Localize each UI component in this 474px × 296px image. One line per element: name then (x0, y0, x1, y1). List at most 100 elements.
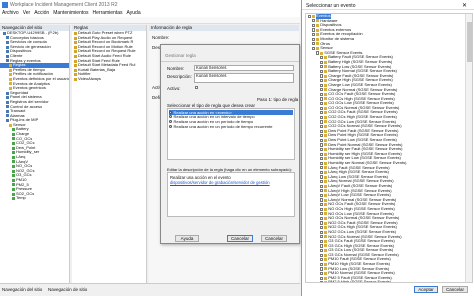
event-checkbox[interactable] (320, 166, 324, 170)
radio-button[interactable] (169, 110, 172, 114)
event-checkbox[interactable] (320, 226, 324, 230)
event-icon (324, 120, 328, 124)
event-checkbox[interactable] (320, 244, 324, 248)
event-checkbox[interactable] (320, 138, 324, 142)
event-checkbox[interactable] (320, 212, 324, 216)
event-checkbox[interactable] (312, 19, 316, 23)
window-title: Workplace Incident Management Client 201… (10, 2, 118, 8)
event-icon (324, 221, 328, 225)
help-button[interactable]: Ayuda (175, 235, 199, 242)
rule-name-field[interactable]: Kuriali Sensores (194, 65, 294, 71)
event-checkbox[interactable] (320, 115, 324, 119)
rule-type-option[interactable]: Realizar una acción en un período de tie… (169, 124, 293, 129)
scrollbar-thumb[interactable] (467, 22, 472, 62)
event-checkbox[interactable] (320, 262, 324, 266)
event-tree: Eventos Hardware Dispositivos Eventos exter… (305, 13, 473, 283)
event-checkbox[interactable] (320, 198, 324, 202)
menu-item[interactable]: Archivo (2, 10, 19, 17)
event-checkbox[interactable] (320, 74, 324, 78)
event-tree-scrollbar[interactable] (465, 14, 472, 282)
event-checkbox[interactable] (320, 88, 324, 92)
event-checkbox[interactable] (320, 248, 324, 253)
menu-item[interactable]: Ver (23, 10, 31, 17)
event-checkbox[interactable] (320, 157, 324, 161)
menu-item[interactable]: Ayuda (127, 10, 141, 17)
event-checkbox[interactable] (320, 170, 324, 175)
event-checkbox[interactable] (320, 147, 324, 152)
menu-item[interactable]: Mantenimientos (53, 10, 88, 17)
event-link[interactable]: dispositivos/servidor de grabación/servi… (170, 180, 292, 185)
radio-button[interactable] (169, 124, 172, 128)
tree-item[interactable]: Temp (0, 196, 69, 201)
event-checkbox[interactable] (320, 134, 324, 138)
event-checkbox[interactable] (320, 56, 324, 60)
event-checkbox[interactable] (320, 65, 324, 69)
sensor-event-item[interactable]: PM2 5 High (SGSE Sensor Events) (306, 280, 472, 282)
event-checkbox[interactable] (308, 14, 312, 18)
event-checkbox[interactable] (320, 83, 324, 87)
event-checkbox[interactable] (320, 267, 324, 271)
tree-node-icon (12, 155, 15, 159)
event-checkbox[interactable] (320, 101, 324, 106)
event-checkbox[interactable] (320, 203, 324, 207)
close-icon[interactable]: ✕ (462, 2, 467, 9)
event-checkbox[interactable] (312, 28, 316, 32)
event-checkbox[interactable] (320, 92, 324, 96)
event-checkbox[interactable] (320, 175, 324, 179)
event-checkbox[interactable] (312, 33, 316, 37)
event-checkbox[interactable] (320, 253, 324, 257)
event-checkbox[interactable] (320, 230, 324, 234)
status-left: Navegación del sitio (2, 287, 43, 292)
event-icon (324, 267, 328, 271)
event-checkbox[interactable] (320, 111, 324, 115)
cancel-button[interactable]: Cancelar (227, 235, 253, 242)
event-checkbox[interactable] (312, 23, 316, 28)
event-checkbox[interactable] (320, 239, 324, 243)
tree-node-icon (6, 91, 9, 95)
event-checkbox[interactable] (320, 180, 324, 184)
event-checkbox[interactable] (320, 193, 324, 198)
event-checkbox[interactable] (320, 258, 324, 262)
event-cancel-button[interactable]: Cancelar (442, 286, 468, 293)
event-checkbox[interactable] (320, 69, 324, 74)
rule-list-item[interactable]: VideoAlways (72, 76, 146, 82)
event-checkbox[interactable] (320, 271, 324, 276)
event-checkbox[interactable] (320, 207, 324, 211)
event-checkbox[interactable] (320, 129, 324, 133)
event-checkbox[interactable] (320, 281, 324, 282)
ok-button[interactable]: Aceptar (414, 286, 438, 293)
event-checkbox[interactable] (312, 46, 316, 51)
radio-button[interactable] (169, 119, 172, 123)
event-checkbox[interactable] (316, 51, 320, 55)
active-checkbox[interactable] (195, 86, 199, 90)
event-checkbox[interactable] (320, 97, 324, 101)
event-icon (324, 166, 328, 170)
tree-node-icon (6, 96, 9, 100)
event-icon (324, 134, 328, 138)
radio-button[interactable] (169, 115, 172, 119)
event-checkbox[interactable] (320, 235, 324, 239)
event-checkbox[interactable] (320, 221, 324, 225)
tree-node-icon (9, 82, 12, 86)
event-checkbox[interactable] (320, 189, 324, 193)
event-checkbox[interactable] (320, 276, 324, 280)
event-icon (324, 138, 328, 142)
event-checkbox[interactable] (320, 143, 324, 147)
event-checkbox[interactable] (320, 161, 324, 165)
event-checkbox[interactable] (320, 79, 324, 83)
menu-item[interactable]: Acción (34, 10, 49, 17)
event-checkbox[interactable] (320, 152, 324, 156)
event-checkbox[interactable] (312, 37, 316, 41)
rule-description-field[interactable]: Kuriali Sensores (194, 73, 294, 83)
event-checkbox[interactable] (320, 124, 324, 129)
event-checkbox[interactable] (312, 42, 316, 46)
event-checkbox[interactable] (320, 106, 324, 110)
event-checkbox[interactable] (320, 184, 324, 188)
event-checkbox[interactable] (320, 120, 324, 124)
event-checkbox[interactable] (320, 216, 324, 221)
event-checkbox[interactable] (320, 60, 324, 64)
menu-item[interactable]: Herramientas (93, 10, 123, 17)
event-icon (324, 249, 328, 253)
cancel-button-2[interactable]: Cancelar (261, 235, 287, 242)
event-icon (324, 189, 328, 193)
